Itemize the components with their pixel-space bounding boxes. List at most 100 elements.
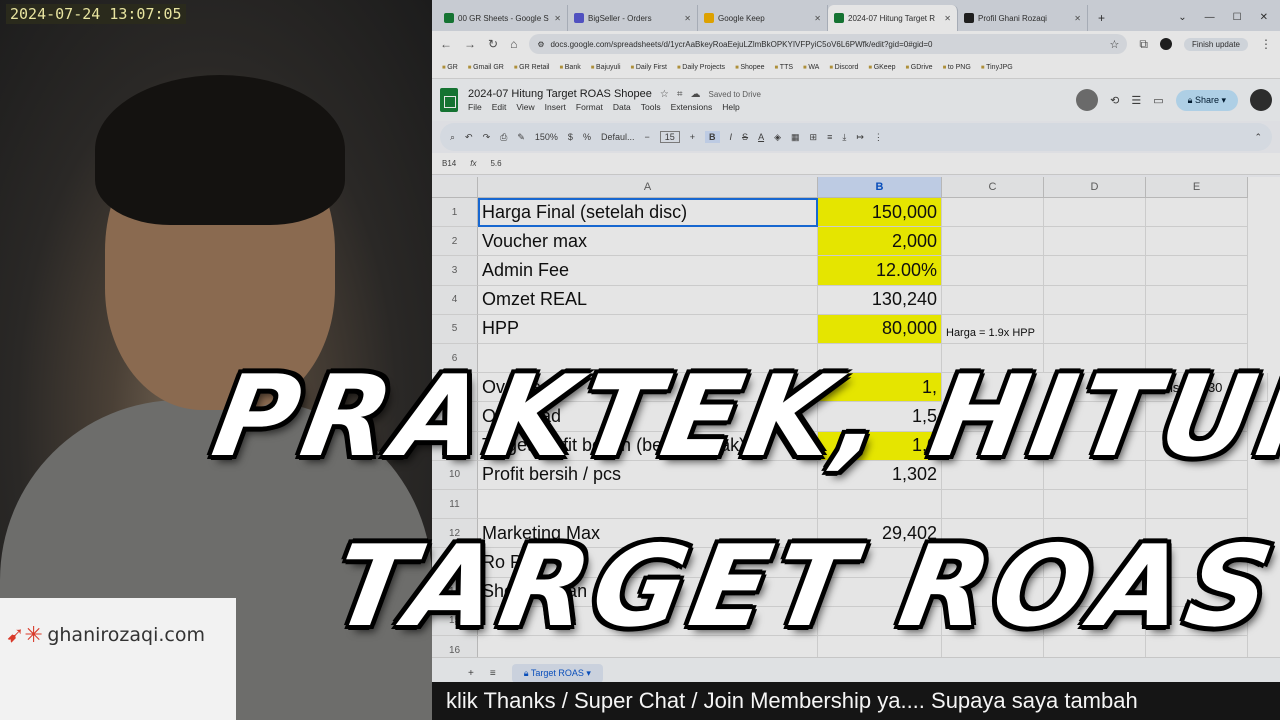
- browser-tab[interactable]: Google Keep ✕: [698, 5, 828, 31]
- bookmark-item[interactable]: Discord: [829, 64, 859, 71]
- account-avatar[interactable]: [1250, 89, 1272, 111]
- redo-icon[interactable]: ↷: [483, 132, 491, 143]
- name-box[interactable]: B14: [442, 159, 456, 168]
- valign-icon[interactable]: ⤓: [842, 132, 846, 143]
- cell-value[interactable]: [818, 490, 942, 520]
- finish-update-button[interactable]: Finish update: [1183, 37, 1248, 51]
- back-icon[interactable]: ←: [440, 37, 452, 51]
- share-button[interactable]: 🔒︎ Share ▾: [1175, 89, 1238, 111]
- cell-empty[interactable]: [1044, 314, 1146, 344]
- row-header[interactable]: 1: [432, 198, 478, 228]
- maximize-icon[interactable]: ☐: [1233, 12, 1242, 23]
- strikethrough-button[interactable]: S: [742, 132, 748, 142]
- cell-empty[interactable]: [1146, 198, 1248, 228]
- reload-icon[interactable]: ↻: [488, 37, 498, 51]
- cell-value[interactable]: 80,000: [818, 314, 942, 344]
- bookmark-item[interactable]: TinyJPG: [981, 64, 1013, 71]
- cell-empty[interactable]: [942, 256, 1044, 286]
- zoom-select[interactable]: 150%: [535, 132, 558, 142]
- fill-color-icon[interactable]: ◈: [774, 132, 781, 143]
- bookmark-star-icon[interactable]: ☆: [1110, 38, 1120, 51]
- cell-empty[interactable]: [1044, 285, 1146, 315]
- cell-value[interactable]: 12.00%: [818, 256, 942, 286]
- doc-title[interactable]: 2024-07 Hitung Target ROAS Shopee: [468, 88, 652, 100]
- percent-icon[interactable]: %: [583, 132, 591, 142]
- cell-empty[interactable]: [942, 227, 1044, 257]
- bookmark-item[interactable]: Daily Projects: [677, 64, 725, 71]
- browser-tab[interactable]: BigSeller - Orders ✕: [568, 5, 698, 31]
- menu-item[interactable]: Insert: [545, 102, 566, 112]
- more-formats-icon[interactable]: ⋮: [874, 132, 883, 143]
- comment-icon[interactable]: ☰: [1131, 94, 1141, 107]
- site-info-icon[interactable]: ⚙: [537, 40, 544, 49]
- bookmark-item[interactable]: WA: [803, 64, 819, 71]
- browser-tab[interactable]: 2024-07 Hitung Target R ✕: [828, 5, 958, 31]
- column-header[interactable]: E: [1146, 177, 1248, 198]
- bookmark-item[interactable]: GR: [442, 64, 458, 71]
- row-header[interactable]: 2: [432, 227, 478, 257]
- menu-item[interactable]: Tools: [641, 102, 661, 112]
- font-select[interactable]: Defaul...: [601, 132, 635, 142]
- cell-empty[interactable]: [1044, 198, 1146, 228]
- currency-icon[interactable]: $: [568, 132, 573, 142]
- paint-format-icon[interactable]: ✎: [517, 132, 525, 143]
- menu-item[interactable]: File: [468, 102, 482, 112]
- forward-icon[interactable]: →: [464, 37, 476, 51]
- bookmark-item[interactable]: Bajuyuli: [591, 64, 621, 71]
- chevron-down-icon[interactable]: ⌄: [1178, 12, 1186, 23]
- cell-label[interactable]: Admin Fee: [478, 256, 818, 286]
- bookmark-item[interactable]: GKeep: [868, 64, 896, 71]
- tab-close-icon[interactable]: ✕: [814, 14, 821, 23]
- align-icon[interactable]: ≡: [827, 132, 832, 142]
- tab-close-icon[interactable]: ✕: [944, 14, 951, 23]
- cell-empty[interactable]: [1044, 490, 1146, 520]
- menu-item[interactable]: Extensions: [671, 102, 713, 112]
- italic-button[interactable]: I: [730, 132, 733, 142]
- browser-tab[interactable]: 00 GR Sheets - Google S ✕: [438, 5, 568, 31]
- tab-close-icon[interactable]: ✕: [684, 14, 691, 23]
- bookmark-item[interactable]: TTS: [775, 64, 793, 71]
- formula-input[interactable]: 5.6: [490, 159, 501, 168]
- cell-empty[interactable]: [1146, 256, 1248, 286]
- menu-item[interactable]: Data: [613, 102, 631, 112]
- undo-icon[interactable]: ↶: [465, 132, 473, 143]
- print-icon[interactable]: ⎙: [500, 132, 507, 143]
- font-size-increase[interactable]: +: [690, 132, 695, 142]
- cell-empty[interactable]: [942, 490, 1044, 520]
- add-sheet-icon[interactable]: +: [468, 668, 474, 679]
- sheets-logo-icon[interactable]: [440, 88, 458, 112]
- cell-value[interactable]: 130,240: [818, 285, 942, 315]
- column-header[interactable]: D: [1044, 177, 1146, 198]
- new-tab-button[interactable]: +: [1088, 11, 1115, 31]
- cell-empty[interactable]: [1146, 490, 1248, 520]
- bookmark-item[interactable]: GDrive: [905, 64, 933, 71]
- row-header[interactable]: 3: [432, 256, 478, 286]
- cell-empty[interactable]: [1146, 285, 1248, 315]
- bold-button[interactable]: B: [705, 131, 720, 143]
- row-header[interactable]: 11: [432, 490, 478, 520]
- row-header[interactable]: 5: [432, 314, 478, 344]
- cell-value[interactable]: 150,000: [818, 198, 942, 228]
- meet-icon[interactable]: ▭: [1153, 94, 1163, 107]
- menu-item[interactable]: View: [516, 102, 534, 112]
- browser-tab[interactable]: Profil Ghani Rozaqi ✕: [958, 5, 1088, 31]
- column-header[interactable]: B: [818, 177, 942, 198]
- bookmark-item[interactable]: Gmail GR: [468, 64, 504, 71]
- address-bar[interactable]: ⚙ docs.google.com/spreadsheets/d/1ycrAaB…: [529, 34, 1128, 54]
- tab-close-icon[interactable]: ✕: [1074, 14, 1081, 23]
- wrap-icon[interactable]: ↦: [856, 132, 864, 143]
- font-size-input[interactable]: 15: [659, 131, 680, 143]
- select-all-corner[interactable]: [432, 177, 478, 198]
- all-sheets-icon[interactable]: ≡: [490, 668, 496, 679]
- history-icon[interactable]: ⟲: [1110, 94, 1119, 107]
- bookmark-item[interactable]: Daily First: [631, 64, 667, 71]
- column-header[interactable]: C: [942, 177, 1044, 198]
- cell-note[interactable]: Harga = 1.9x HPP: [942, 314, 1044, 344]
- minimize-icon[interactable]: —: [1205, 12, 1215, 23]
- cell-label[interactable]: Harga Final (setelah disc): [478, 198, 818, 228]
- profile-avatar[interactable]: [1159, 38, 1172, 50]
- column-header[interactable]: A: [478, 177, 818, 198]
- menu-item[interactable]: Edit: [492, 102, 507, 112]
- borders-icon[interactable]: ▦: [791, 132, 800, 143]
- folder-icon[interactable]: ⌗: [677, 89, 683, 100]
